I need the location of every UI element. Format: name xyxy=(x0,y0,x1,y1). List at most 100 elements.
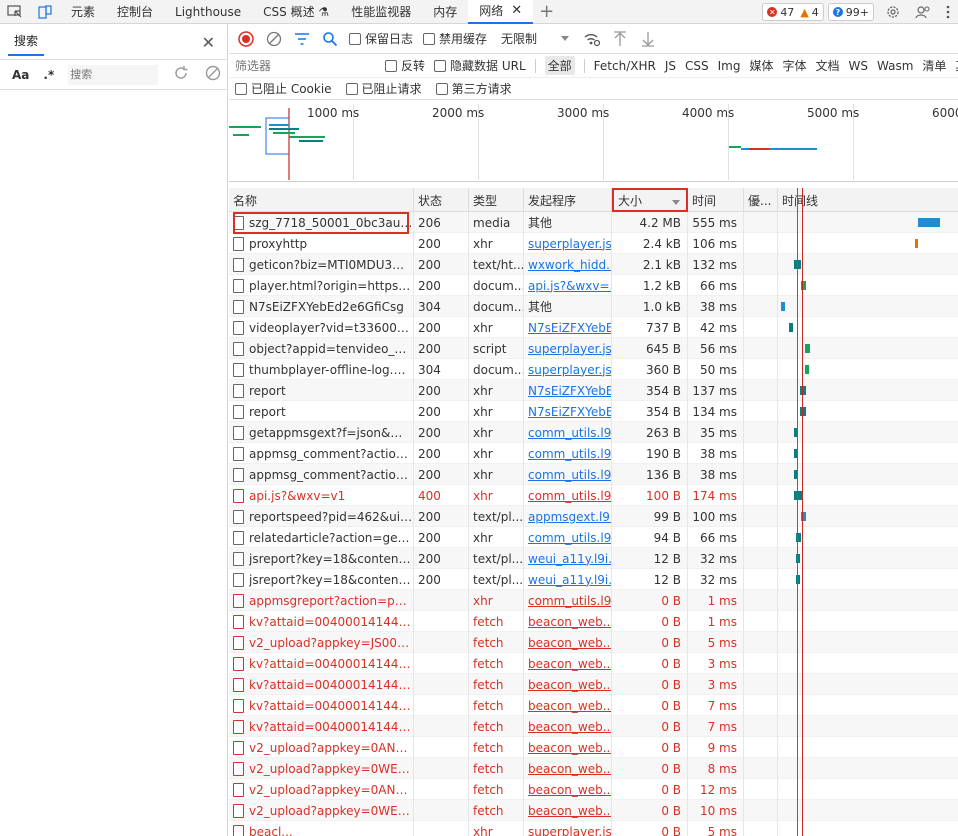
request-name-cell[interactable]: api.js?&wxv=v1 xyxy=(229,485,414,506)
type-filter-6[interactable]: 字体 xyxy=(782,57,806,74)
initiator-link[interactable]: beacon_web... xyxy=(528,636,611,650)
table-row[interactable]: videoplayer?vid=t336004g8... 200 xhr N7sEiZ… xyxy=(229,317,958,338)
request-name-cell[interactable]: report xyxy=(229,401,414,422)
initiator-link[interactable]: comm_utils.l9... xyxy=(528,447,611,461)
tab-0[interactable]: 元素 xyxy=(60,0,106,24)
preserve-log-checkbox[interactable]: 保留日志 xyxy=(349,30,413,47)
tab-2[interactable]: Lighthouse xyxy=(164,0,252,24)
initiator-link[interactable]: comm_utils.l9... xyxy=(528,531,611,545)
column-header-priority[interactable]: 優... xyxy=(744,188,778,212)
request-name-cell[interactable]: jsreport?key=18&content=t... xyxy=(229,569,414,590)
request-name-cell[interactable]: proxyhttp xyxy=(229,233,414,254)
close-icon[interactable]: ✕ xyxy=(202,33,215,52)
table-row[interactable]: api.js?&wxv=v1 400xhr comm_utils.l9...100 … xyxy=(229,485,958,506)
table-row[interactable]: N7sEiZFXYebEd2e6GfiCsg 304 docum... 其他 1.0 k… xyxy=(229,296,958,317)
table-row[interactable]: v2_upload?appkey=0AND0... fetch beacon_web… xyxy=(229,779,958,800)
table-row[interactable]: relatedarticle?action=getlist...200xhrco… xyxy=(229,527,958,548)
error-count-badge[interactable]: ✕ 47 ▲ 4 xyxy=(762,3,824,21)
type-filter-9[interactable]: Wasm xyxy=(877,59,913,73)
table-row[interactable]: kv?attaid=00400014144&to... fetch beacon_w… xyxy=(229,674,958,695)
info-count-badge[interactable]: ? 99+ xyxy=(827,3,874,21)
request-name-cell[interactable]: object?appid=tenvideo_offl... xyxy=(229,338,414,359)
initiator-link[interactable]: beacon_web... xyxy=(528,657,611,671)
initiator-link[interactable]: beacon_web... xyxy=(528,615,611,629)
table-row[interactable]: v2_upload?appkey=0AND0... fetch beacon_web… xyxy=(229,737,958,758)
clear-icon[interactable] xyxy=(204,64,222,85)
initiator-link[interactable]: beacon_web... xyxy=(528,741,611,755)
initiator-link[interactable]: superplayer.js:9 xyxy=(528,237,611,251)
type-filter-0[interactable]: 全部 xyxy=(544,56,575,75)
request-name-cell[interactable]: beacl... xyxy=(229,821,414,836)
request-name-cell[interactable]: player.html?origin=https%3... xyxy=(229,275,414,296)
blocked-requests-checkbox[interactable]: 已阻止请求 xyxy=(345,80,422,97)
settings-gear-icon[interactable] xyxy=(878,0,908,24)
request-name-cell[interactable]: kv?attaid=00400014144&to... xyxy=(229,611,414,632)
type-filter-4[interactable]: Img xyxy=(718,59,741,73)
table-row[interactable]: kv?attaid=00400014144&to... fetch beacon_w… xyxy=(229,653,958,674)
request-name-cell[interactable]: v2_upload?appkey=0WEB0... xyxy=(229,758,414,779)
tab-5[interactable]: 内存 xyxy=(422,0,468,24)
initiator-link[interactable]: wxwork_hidd... xyxy=(528,258,611,272)
column-header-time[interactable]: 时间 xyxy=(688,188,744,212)
initiator-link[interactable]: api.js?&wxv=... xyxy=(528,279,611,293)
table-row[interactable]: appmsg_comment?action=... 200 xhr comm_util… xyxy=(229,443,958,464)
type-filter-3[interactable]: CSS xyxy=(685,59,709,73)
request-name-cell[interactable]: N7sEiZFXYebEd2e6GfiCsg xyxy=(229,296,414,317)
initiator-link[interactable]: comm_utils.l9... xyxy=(528,594,611,608)
timeline-overview[interactable]: 1000 ms 2000 ms 3000 ms 4000 ms 5000 ms 6000 xyxy=(229,100,958,182)
filter-input[interactable] xyxy=(233,58,385,73)
initiator-link[interactable]: N7sEiZFXYebE... xyxy=(528,321,611,335)
search-icon[interactable] xyxy=(321,30,339,48)
table-row[interactable]: v2_upload?appkey=0WEB0... fetch beacon_web… xyxy=(229,758,958,779)
column-header-status[interactable]: 状态 xyxy=(414,188,469,212)
request-name-cell[interactable]: szg_7718_50001_0bc3auac2... xyxy=(229,212,414,233)
table-row[interactable]: v2_upload?appkey=0WEB0... fetch beacon_web… xyxy=(229,800,958,821)
feedback-icon[interactable] xyxy=(908,0,938,24)
tab-4[interactable]: 性能监视器 xyxy=(340,0,422,24)
type-filter-2[interactable]: JS xyxy=(665,59,676,73)
import-har-icon[interactable] xyxy=(611,30,629,48)
add-tab-icon[interactable]: + xyxy=(533,1,560,22)
request-name-cell[interactable]: reportspeed?pid=462&uin... xyxy=(229,506,414,527)
type-filter-10[interactable]: 清单 xyxy=(922,57,946,74)
initiator-link[interactable]: weui_a11y.l9i... xyxy=(528,552,611,566)
request-name-cell[interactable]: kv?attaid=00400014144&to... xyxy=(229,674,414,695)
table-row[interactable]: appmsgreport?action=pag... xhr comm_utils.… xyxy=(229,590,958,611)
initiator-link[interactable]: comm_utils.l9... xyxy=(528,426,611,440)
initiator-link[interactable]: comm_utils.l9... xyxy=(528,468,611,482)
request-name-cell[interactable]: jsreport?key=18&content=t... xyxy=(229,548,414,569)
request-name-cell[interactable]: v2_upload?appkey=JS0081L... xyxy=(229,632,414,653)
refresh-icon[interactable] xyxy=(172,64,190,85)
request-name-cell[interactable]: appmsgreport?action=pag... xyxy=(229,590,414,611)
third-party-checkbox[interactable]: 第三方请求 xyxy=(435,80,512,97)
table-row[interactable]: kv?attaid=00400014144&to... fetch beacon_w… xyxy=(229,611,958,632)
export-har-icon[interactable] xyxy=(639,30,657,48)
request-name-cell[interactable]: appmsg_comment?action=... xyxy=(229,443,414,464)
search-input[interactable] xyxy=(68,64,159,85)
hide-data-urls-checkbox[interactable]: 隐藏数据 URL xyxy=(434,57,526,74)
tab-1[interactable]: 控制台 xyxy=(106,0,164,24)
request-name-cell[interactable]: kv?attaid=00400014144&to... xyxy=(229,653,414,674)
table-row[interactable]: report 200xhr N7sEiZFXYebE...354 B137 ms xyxy=(229,380,958,401)
initiator-link[interactable]: beacon_web... xyxy=(528,762,611,776)
request-name-cell[interactable]: v2_upload?appkey=0WEB0... xyxy=(229,800,414,821)
request-name-cell[interactable]: appmsg_comment?action=... xyxy=(229,464,414,485)
request-name-cell[interactable]: v2_upload?appkey=0AND0... xyxy=(229,737,414,758)
blocked-cookies-checkbox[interactable]: 已阻止 Cookie xyxy=(235,80,332,97)
initiator-link[interactable]: appmsgext.l9i... xyxy=(528,510,611,524)
initiator-link[interactable]: beacon_web... xyxy=(528,783,611,797)
close-tab-icon[interactable]: ✕ xyxy=(511,3,522,18)
table-row[interactable]: geticon?biz=MTI0MDU3ND... 200 text/ht... wx… xyxy=(229,254,958,275)
filter-icon[interactable] xyxy=(293,30,311,48)
initiator-link[interactable]: beacon_web... xyxy=(528,720,611,734)
table-row[interactable]: getappmsgext?f=json&moc... 200 xhr comm_uti… xyxy=(229,422,958,443)
type-filter-7[interactable]: 文档 xyxy=(816,57,840,74)
initiator-link[interactable]: beacon_web... xyxy=(528,678,611,692)
request-name-cell[interactable]: geticon?biz=MTI0MDU3ND... xyxy=(229,254,414,275)
request-name-cell[interactable]: thumbplayer-offline-log.html xyxy=(229,359,414,380)
request-name-cell[interactable]: kv?attaid=00400014144&to... xyxy=(229,716,414,737)
initiator-link[interactable]: superplayer.js:9 xyxy=(528,825,611,836)
column-header-initiator[interactable]: 发起程序 xyxy=(524,188,612,212)
invert-checkbox[interactable]: 反转 xyxy=(385,57,425,74)
throttle-select[interactable]: 无限制 xyxy=(497,30,573,47)
